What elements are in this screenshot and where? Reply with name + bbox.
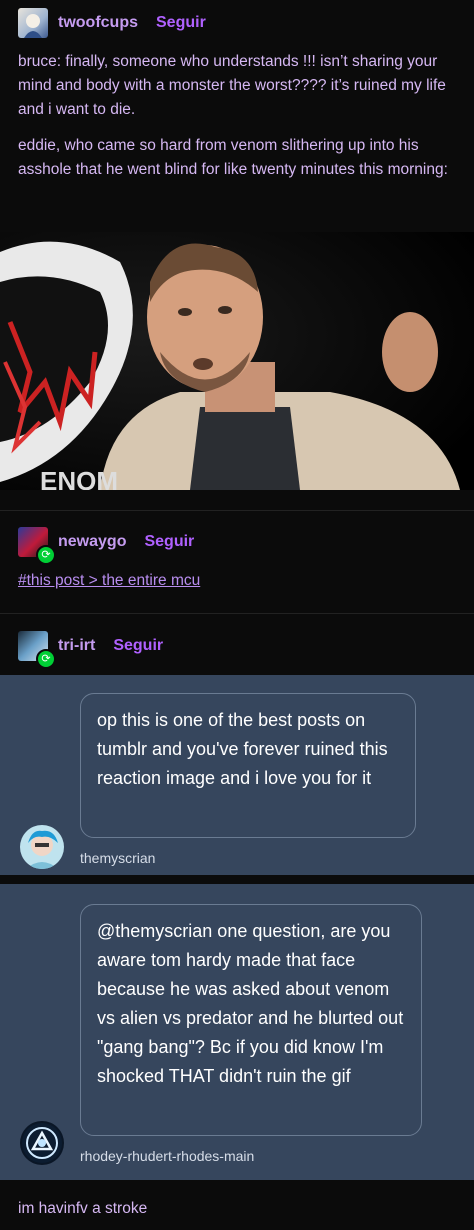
reblog-icon: ⟳ — [36, 649, 56, 669]
post-body: bruce: finally, someone who understands … — [0, 46, 474, 182]
comment-bubble: @themyscrian one question, are you aware… — [80, 904, 422, 1136]
avatar — [20, 1121, 64, 1165]
post-header: ⟳ newaygo Seguir — [0, 520, 474, 565]
follow-button[interactable]: Seguir — [156, 14, 206, 32]
username[interactable]: newaygo — [58, 533, 126, 551]
avatar — [20, 825, 64, 869]
username[interactable]: twoofcups — [58, 14, 138, 32]
divider — [0, 613, 474, 614]
svg-text:ENOM: ENOM — [40, 466, 118, 490]
embedded-comment: op this is one of the best posts on tumb… — [0, 675, 474, 875]
comment-author[interactable]: themyscrian — [80, 850, 155, 866]
avatar[interactable] — [18, 8, 48, 38]
post-tri-irt: ⟳ tri-irt Seguir — [0, 624, 474, 669]
reaction-gif[interactable]: ENOM — [0, 232, 474, 490]
separator — [0, 875, 474, 884]
post-paragraph: bruce: finally, someone who understands … — [18, 53, 446, 118]
reply-text: im havinfv a stroke — [18, 1200, 148, 1217]
gif-image: ENOM — [0, 232, 474, 490]
avatar[interactable]: ⟳ — [18, 631, 56, 669]
post-newaygo: ⟳ newaygo Seguir #this post > the entire… — [0, 520, 474, 590]
post-paragraph: eddie, who came so hard from venom slith… — [18, 137, 448, 178]
post-header: twoofcups Seguir — [0, 0, 474, 46]
arc-reactor-icon — [22, 1123, 62, 1163]
divider — [0, 510, 474, 511]
post-header: ⟳ tri-irt Seguir — [0, 624, 474, 669]
post-tag[interactable]: #this post > the entire mcu — [0, 572, 474, 590]
post-twoofcups: twoofcups Seguir bruce: finally, someone… — [0, 0, 474, 194]
username[interactable]: tri-irt — [58, 637, 95, 655]
follow-button[interactable]: Seguir — [144, 533, 194, 551]
embedded-comment: @themyscrian one question, are you aware… — [0, 884, 474, 1180]
comment-author[interactable]: rhodey-rhudert-rhodes-main — [80, 1148, 254, 1164]
follow-button[interactable]: Seguir — [113, 637, 163, 655]
reblog-icon: ⟳ — [36, 545, 56, 565]
comment-bubble: op this is one of the best posts on tumb… — [80, 693, 416, 838]
avatar[interactable]: ⟳ — [18, 527, 56, 565]
